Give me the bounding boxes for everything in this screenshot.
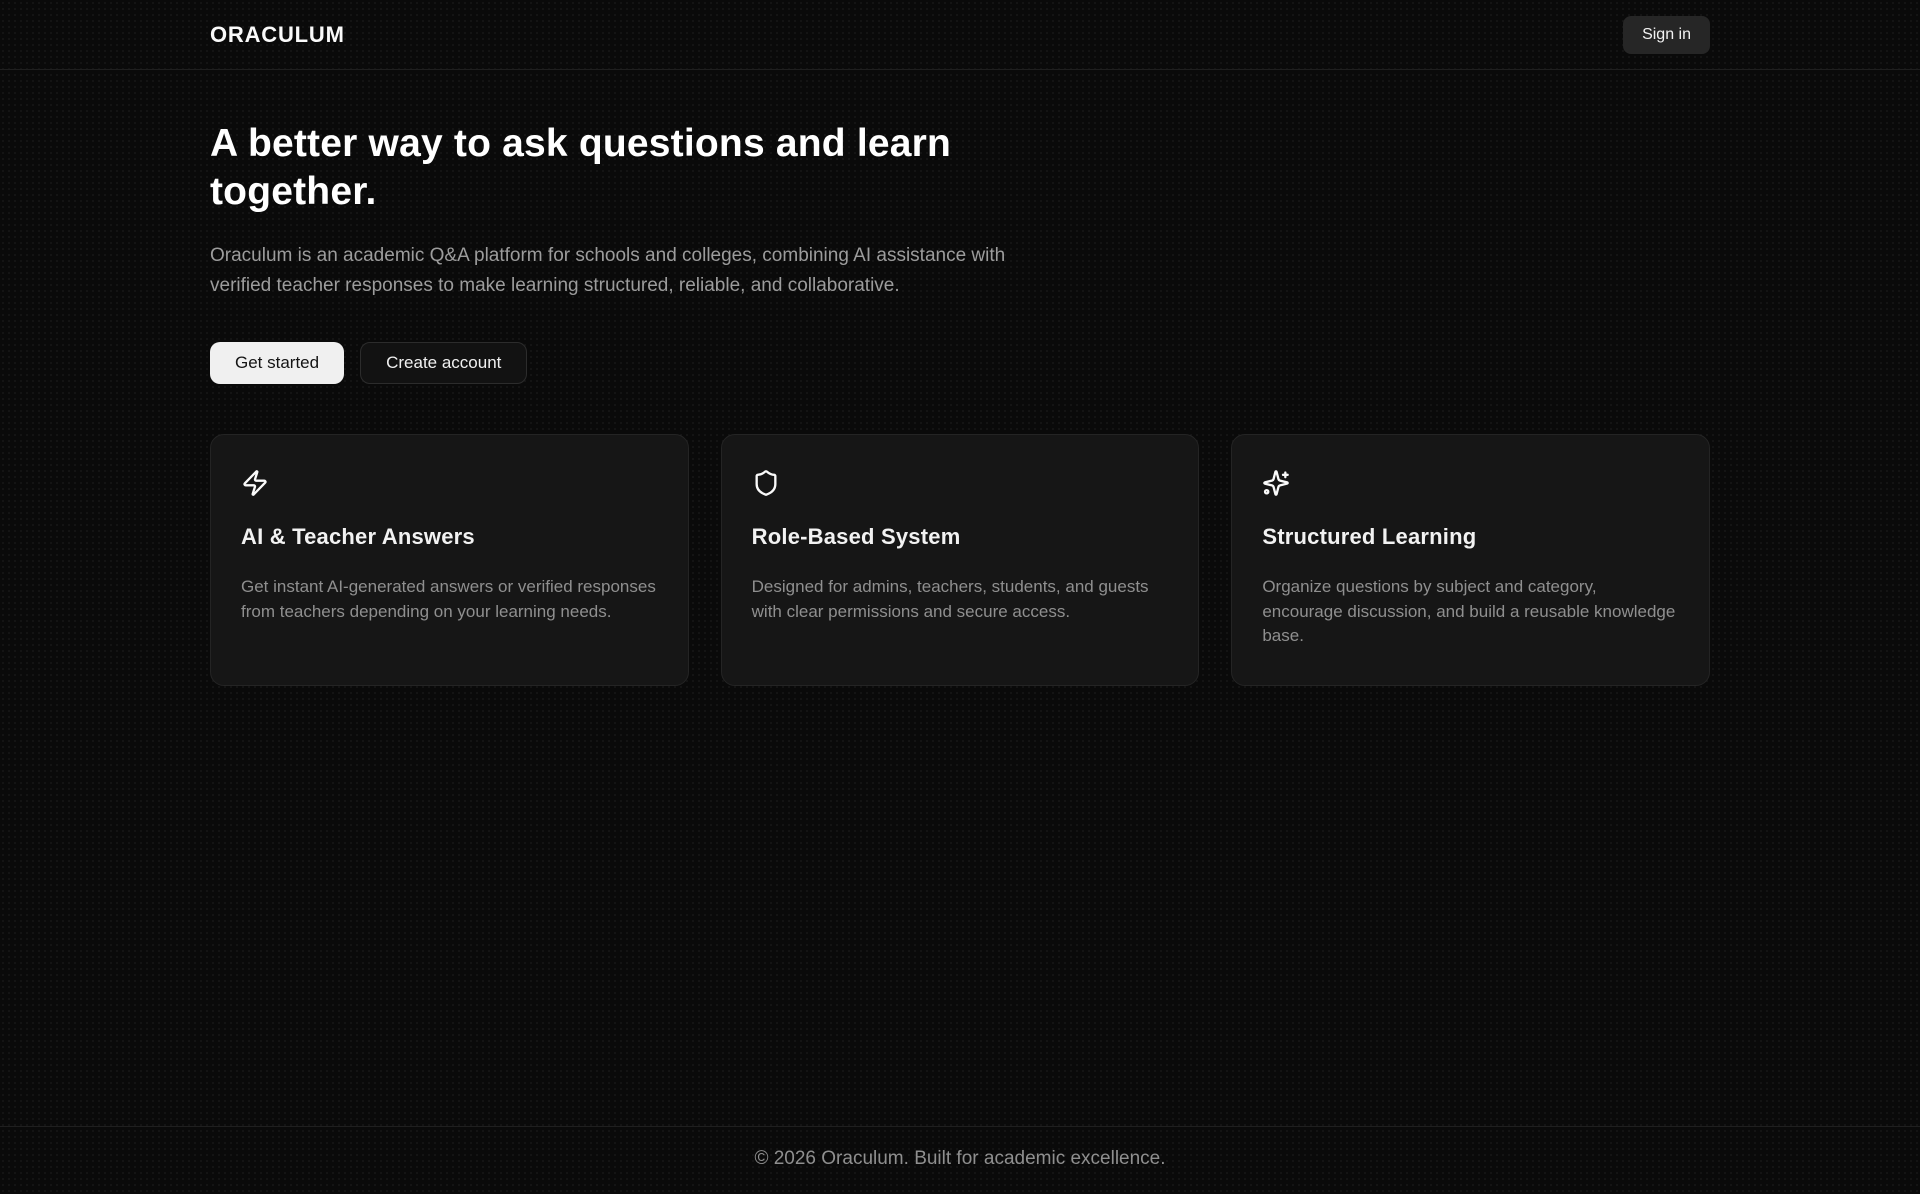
get-started-button[interactable]: Get started xyxy=(210,342,344,384)
copyright-text: © 2026 Oraculum. Built for academic exce… xyxy=(0,1148,1920,1170)
sign-in-button[interactable]: Sign in xyxy=(1623,16,1710,54)
page-footer: © 2026 Oraculum. Built for academic exce… xyxy=(0,1126,1920,1194)
feature-title: AI & Teacher Answers xyxy=(241,524,658,550)
feature-card-structured-learning: Structured Learning Organize questions b… xyxy=(1231,434,1710,686)
hero-section: A better way to ask questions and learn … xyxy=(210,70,1710,384)
feature-description: Designed for admins, teachers, students,… xyxy=(752,575,1169,624)
zap-icon xyxy=(241,469,269,497)
create-account-button[interactable]: Create account xyxy=(360,342,527,384)
sparkles-icon xyxy=(1262,469,1290,497)
feature-card-ai-teacher-answers: AI & Teacher Answers Get instant AI-gene… xyxy=(210,434,689,686)
feature-description: Organize questions by subject and catego… xyxy=(1262,575,1679,649)
shield-icon xyxy=(752,469,780,497)
feature-title: Structured Learning xyxy=(1262,524,1679,550)
feature-description: Get instant AI-generated answers or veri… xyxy=(241,575,658,624)
feature-cards: AI & Teacher Answers Get instant AI-gene… xyxy=(210,434,1710,686)
main-content: A better way to ask questions and learn … xyxy=(0,70,1920,1126)
hero-actions: Get started Create account xyxy=(210,342,1710,384)
app-logo: ORACULUM xyxy=(210,22,345,48)
top-navigation: ORACULUM Sign in xyxy=(0,0,1920,70)
hero-subtitle: Oraculum is an academic Q&A platform for… xyxy=(210,241,1022,300)
feature-card-role-based-system: Role-Based System Designed for admins, t… xyxy=(721,434,1200,686)
feature-title: Role-Based System xyxy=(752,524,1169,550)
page-title: A better way to ask questions and learn … xyxy=(210,120,1110,215)
